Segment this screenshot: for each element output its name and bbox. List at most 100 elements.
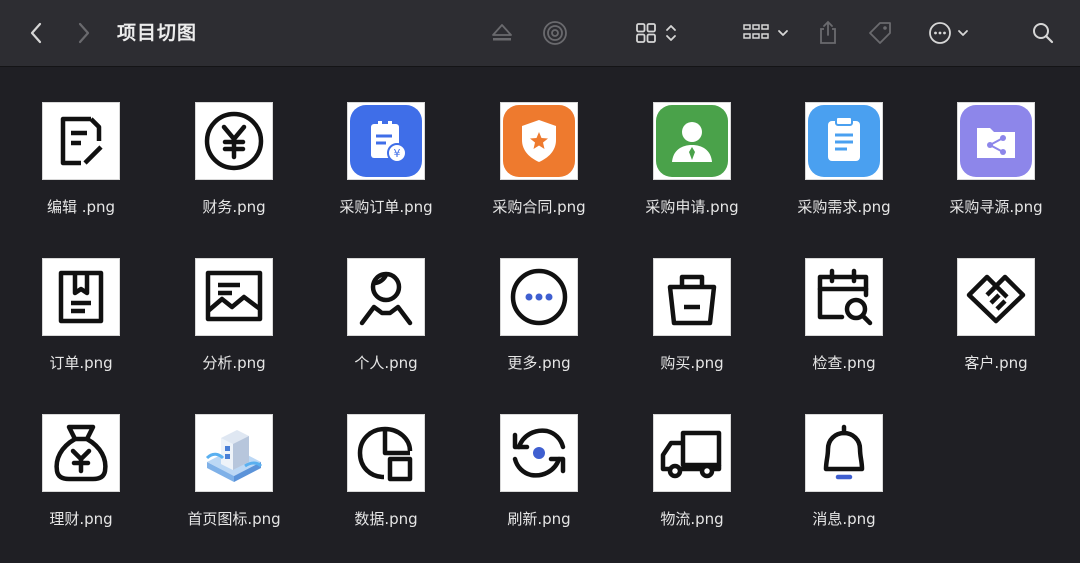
file-thumbnail (653, 258, 731, 336)
chevron-up-down-icon (666, 25, 676, 41)
file-name: 更多.png (507, 354, 571, 372)
chevron-left-icon (30, 22, 42, 44)
file-thumbnail (347, 258, 425, 336)
chevron-down-icon (958, 30, 968, 36)
file-item-purchase-sourcing[interactable]: 采购寻源.png (920, 67, 1072, 216)
airdrop-icon (543, 21, 567, 45)
file-thumbnail (957, 102, 1035, 180)
file-thumbnail (42, 258, 120, 336)
person-icon (359, 271, 413, 326)
file-thumbnail (500, 102, 578, 180)
file-name: 采购合同.png (492, 198, 586, 216)
file-name: 检查.png (812, 354, 876, 372)
shopping-bag-icon (667, 274, 717, 326)
file-name: 采购申请.png (645, 198, 739, 216)
file-item-purchase-contract[interactable]: 采购合同.png (463, 67, 615, 216)
file-thumbnail (500, 258, 578, 336)
file-name: 采购订单.png (339, 198, 433, 216)
file-thumbnail (195, 102, 273, 180)
file-name: 客户.png (964, 354, 1028, 372)
truck-icon (660, 430, 722, 479)
file-thumbnail (805, 258, 883, 336)
file-item-purchase-request[interactable]: 采购申请.png (616, 67, 768, 216)
file-thumbnail: ¥ (347, 102, 425, 180)
share-icon (820, 20, 836, 44)
contract-shield-icon (503, 105, 575, 177)
file-name: 消息.png (812, 510, 876, 528)
ellipsis-circle-icon (929, 22, 951, 44)
file-name: 购买.png (660, 354, 724, 372)
file-item-logistics[interactable]: 物流.png (616, 379, 768, 528)
file-thumbnail (805, 102, 883, 180)
refresh-icon (512, 428, 566, 478)
file-item-personal[interactable]: 个人.png (310, 223, 462, 372)
file-item-analysis[interactable]: 分析.png (158, 223, 310, 372)
file-thumbnail (805, 414, 883, 492)
svg-text:¥: ¥ (394, 147, 401, 160)
file-name: 采购寻源.png (949, 198, 1043, 216)
file-name: 数据.png (354, 510, 418, 528)
file-name: 刷新.png (507, 510, 571, 528)
grid-view-icon (636, 23, 656, 43)
file-name: 理财.png (49, 510, 113, 528)
order-icon (58, 270, 104, 324)
data-icon (357, 426, 413, 482)
analysis-icon (205, 270, 263, 322)
file-thumbnail (500, 414, 578, 492)
file-name: 财务.png (202, 198, 266, 216)
file-item-finance[interactable]: 财务.png (158, 67, 310, 216)
file-item-wealth[interactable]: 理财.png (5, 379, 157, 528)
file-name: 采购需求.png (797, 198, 891, 216)
file-thumbnail (42, 102, 120, 180)
search-icon (1033, 23, 1054, 44)
window-title: 项目切图 (117, 22, 198, 44)
file-item-refresh[interactable]: 刷新.png (463, 379, 615, 528)
search-button[interactable] (1028, 17, 1058, 49)
file-item-purchase-order[interactable]: ¥ 采购订单.png (310, 67, 462, 216)
chevron-down-icon (778, 30, 788, 36)
chevron-right-icon (78, 22, 90, 44)
file-grid: 编辑 .png 财务.png ¥ 采购订单.png 采购合同.png 采购申请.… (0, 67, 1080, 563)
file-thumbnail (42, 414, 120, 492)
back-button[interactable] (22, 17, 50, 49)
file-name: 订单.png (49, 354, 113, 372)
file-name: 编辑 .png (46, 198, 116, 216)
file-item-buy[interactable]: 购买.png (616, 223, 768, 372)
file-item-more[interactable]: 更多.png (463, 223, 615, 372)
forward-button[interactable] (70, 17, 98, 49)
file-item-home-icon[interactable]: 首页图标.png (158, 379, 310, 528)
handshake-icon (966, 274, 1026, 324)
file-name: 首页图标.png (187, 510, 281, 528)
eject-button[interactable] (488, 17, 516, 49)
bell-icon (823, 424, 865, 480)
file-thumbnail (195, 258, 273, 336)
file-item-edit[interactable]: 编辑 .png (5, 67, 157, 216)
money-bag-icon (54, 424, 108, 482)
view-options-button[interactable] (628, 17, 684, 49)
tag-icon (869, 22, 891, 44)
file-item-customer[interactable]: 客户.png (920, 223, 1072, 372)
more-actions-button[interactable] (924, 17, 974, 49)
yen-circle-icon (204, 111, 264, 171)
group-by-button[interactable] (738, 17, 794, 49)
calendar-search-icon (817, 268, 873, 326)
file-item-data[interactable]: 数据.png (310, 379, 462, 528)
clipboard-icon (808, 105, 880, 177)
file-item-message[interactable]: 消息.png (768, 379, 920, 528)
airdrop-button[interactable] (540, 17, 570, 49)
purchase-order-icon: ¥ (350, 105, 422, 177)
share-button[interactable] (814, 17, 842, 49)
file-item-purchase-demand[interactable]: 采购需求.png (768, 67, 920, 216)
toolbar: 项目切图 (0, 0, 1080, 67)
file-item-inspect[interactable]: 检查.png (768, 223, 920, 372)
home-3d-icon (205, 430, 263, 482)
file-thumbnail (957, 258, 1035, 336)
file-item-order[interactable]: 订单.png (5, 223, 157, 372)
group-by-icon (743, 24, 769, 39)
file-name: 物流.png (660, 510, 724, 528)
eject-icon (492, 24, 512, 41)
tag-button[interactable] (866, 17, 894, 49)
file-name: 分析.png (202, 354, 266, 372)
file-thumbnail (195, 414, 273, 492)
folder-share-icon (960, 105, 1032, 177)
